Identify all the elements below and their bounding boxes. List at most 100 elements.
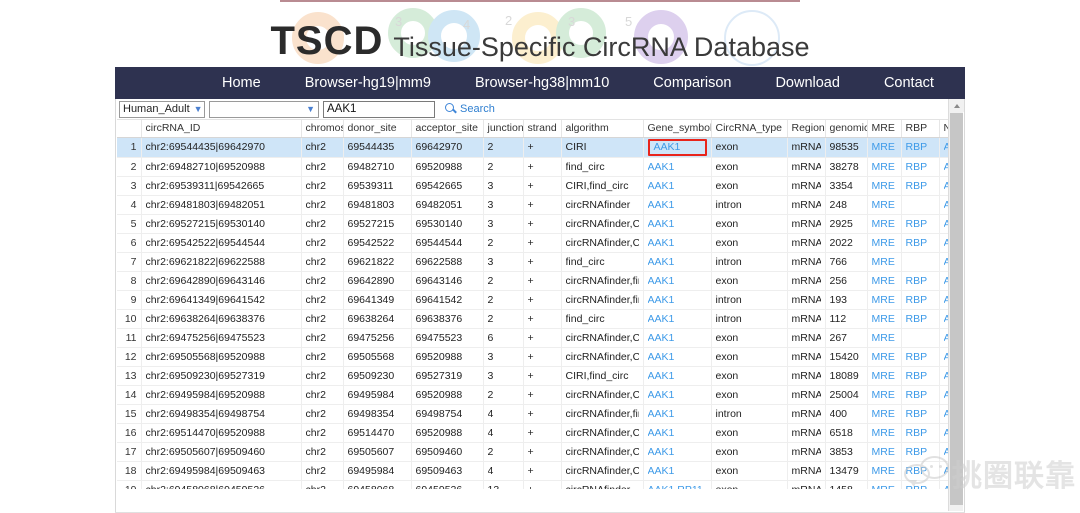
cell-gene-symbol[interactable]: AAK1 bbox=[643, 157, 711, 176]
cell-rbp[interactable]: RBP bbox=[901, 157, 939, 176]
table-row[interactable]: 4chr2:69481803|69482051chr26948180369482… bbox=[117, 195, 963, 214]
cell-rbp[interactable]: RBP bbox=[901, 366, 939, 385]
cell-mre[interactable]: MRE bbox=[867, 423, 901, 442]
cell-rbp[interactable]: RBP bbox=[901, 461, 939, 480]
nav-comparison[interactable]: Comparison bbox=[631, 67, 753, 99]
cell-gene-symbol[interactable]: AAK1 bbox=[643, 423, 711, 442]
scrollbar-thumb[interactable] bbox=[950, 113, 963, 505]
col-region[interactable]: Region bbox=[787, 120, 825, 137]
cell-mre[interactable]: MRE bbox=[867, 271, 901, 290]
cell-gene-symbol[interactable]: AAK1,RP11-427H3 bbox=[643, 480, 711, 489]
table-row[interactable]: 9chr2:69641349|69641542chr26964134969641… bbox=[117, 290, 963, 309]
col-index[interactable] bbox=[117, 120, 141, 137]
cell-mre[interactable]: MRE bbox=[867, 385, 901, 404]
col-circrna-type[interactable]: CircRNA_type bbox=[711, 120, 787, 137]
table-vertical-scrollbar[interactable] bbox=[948, 99, 963, 511]
table-row[interactable]: 11chr2:69475256|69475523chr2694752566947… bbox=[117, 328, 963, 347]
nav-browser-hg38-mm10[interactable]: Browser-hg38|mm10 bbox=[453, 67, 631, 99]
table-row[interactable]: 15chr2:69498354|69498754chr2694983546949… bbox=[117, 404, 963, 423]
table-row[interactable]: 7chr2:69621822|69622588chr26962182269622… bbox=[117, 252, 963, 271]
cell-mre[interactable]: MRE bbox=[867, 366, 901, 385]
cell-gene-symbol[interactable]: AAK1 bbox=[643, 214, 711, 233]
cell-gene-symbol[interactable]: AAK1 bbox=[643, 347, 711, 366]
cell-rbp[interactable]: RBP bbox=[901, 347, 939, 366]
cell-mre[interactable]: MRE bbox=[867, 290, 901, 309]
cell-mre[interactable]: MRE bbox=[867, 233, 901, 252]
nav-download[interactable]: Download bbox=[753, 67, 862, 99]
cell-mre[interactable]: MRE bbox=[867, 404, 901, 423]
cell-gene-symbol[interactable]: AAK1 bbox=[643, 271, 711, 290]
col-rbp[interactable]: RBP bbox=[901, 120, 939, 137]
cell-gene-symbol[interactable]: AAK1 bbox=[643, 404, 711, 423]
species-select[interactable]: Human_Adult ▼ bbox=[119, 101, 205, 118]
col-algorithm[interactable]: algorithm bbox=[561, 120, 643, 137]
cell-rbp[interactable]: RBP bbox=[901, 385, 939, 404]
tissue-select[interactable]: ▼ bbox=[209, 101, 319, 118]
cell-gene-symbol[interactable]: AAK1 bbox=[643, 385, 711, 404]
table-row[interactable]: 10chr2:69638264|69638376chr2696382646963… bbox=[117, 309, 963, 328]
cell-gene-symbol[interactable]: AAK1 bbox=[643, 233, 711, 252]
cell-gene-symbol[interactable]: AAK1 bbox=[643, 195, 711, 214]
cell-mre[interactable]: MRE bbox=[867, 328, 901, 347]
cell-gene-symbol[interactable]: AAK1 bbox=[643, 442, 711, 461]
col-chromos[interactable]: chromos bbox=[301, 120, 343, 137]
table-row[interactable]: 12chr2:69505568|69520988chr2695055686952… bbox=[117, 347, 963, 366]
col-circrna-id[interactable]: circRNA_ID bbox=[141, 120, 301, 137]
scroll-up-button[interactable] bbox=[949, 99, 964, 112]
search-button[interactable]: Search bbox=[445, 103, 495, 115]
col-acceptor-site[interactable]: acceptor_site bbox=[411, 120, 483, 137]
cell-gene-symbol[interactable]: AAK1 bbox=[643, 252, 711, 271]
cell-gene-symbol[interactable]: AAK1 bbox=[643, 176, 711, 195]
table-row[interactable]: 2chr2:69482710|69520988chr26948271069520… bbox=[117, 157, 963, 176]
cell-rbp[interactable]: RBP bbox=[901, 309, 939, 328]
cell-mre[interactable]: MRE bbox=[867, 157, 901, 176]
cell-rbp[interactable]: RBP bbox=[901, 480, 939, 489]
cell-mre[interactable]: MRE bbox=[867, 252, 901, 271]
cell-rbp[interactable]: RBP bbox=[901, 404, 939, 423]
nav-home[interactable]: Home bbox=[200, 67, 283, 99]
cell-mre[interactable]: MRE bbox=[867, 480, 901, 489]
cell-gene-symbol[interactable]: AAK1 bbox=[643, 328, 711, 347]
cell-gene-symbol[interactable]: AAK1 bbox=[643, 461, 711, 480]
cell-rbp[interactable]: RBP bbox=[901, 442, 939, 461]
cell-gene-symbol[interactable]: AAK1 bbox=[643, 290, 711, 309]
cell-mre[interactable]: MRE bbox=[867, 461, 901, 480]
cell-mre[interactable]: MRE bbox=[867, 137, 901, 157]
table-row[interactable]: 14chr2:69495984|69520988chr2694959846952… bbox=[117, 385, 963, 404]
search-input[interactable]: AAK1 bbox=[323, 101, 435, 118]
table-row[interactable]: 3chr2:69539311|69542665chr26953931169542… bbox=[117, 176, 963, 195]
cell-gene-symbol[interactable]: AAK1 bbox=[643, 137, 711, 157]
cell-gene-symbol[interactable]: AAK1 bbox=[643, 309, 711, 328]
col-junction[interactable]: junction bbox=[483, 120, 523, 137]
cell-mre[interactable]: MRE bbox=[867, 214, 901, 233]
col-donor-site[interactable]: donor_site bbox=[343, 120, 411, 137]
nav-contact[interactable]: Contact bbox=[862, 67, 956, 99]
table-row[interactable]: 17chr2:69505607|69509460chr2695056076950… bbox=[117, 442, 963, 461]
cell-rbp[interactable]: RBP bbox=[901, 137, 939, 157]
col-mre[interactable]: MRE bbox=[867, 120, 901, 137]
cell-rbp[interactable]: RBP bbox=[901, 233, 939, 252]
table-row[interactable]: 13chr2:69509230|69527319chr2695092306952… bbox=[117, 366, 963, 385]
cell-rbp[interactable]: RBP bbox=[901, 176, 939, 195]
cell-rbp[interactable]: RBP bbox=[901, 290, 939, 309]
table-row[interactable]: 5chr2:69527215|69530140chr26952721569530… bbox=[117, 214, 963, 233]
table-row[interactable]: 6chr2:69542522|69544544chr26954252269544… bbox=[117, 233, 963, 252]
cell-gene-symbol[interactable]: AAK1 bbox=[643, 366, 711, 385]
col-gene-symbol[interactable]: Gene_symbol bbox=[643, 120, 711, 137]
table-row[interactable]: 16chr2:69514470|69520988chr2695144706952… bbox=[117, 423, 963, 442]
table-row[interactable]: 8chr2:69642890|69643146chr26964289069643… bbox=[117, 271, 963, 290]
cell-mre[interactable]: MRE bbox=[867, 176, 901, 195]
cell-rbp[interactable]: RBP bbox=[901, 423, 939, 442]
table-row[interactable]: 18chr2:69495984|69509463chr2694959846950… bbox=[117, 461, 963, 480]
cell-rbp[interactable]: RBP bbox=[901, 214, 939, 233]
table-row[interactable]: 19chr2:69458068|69459526chr2694580686945… bbox=[117, 480, 963, 489]
cell-mre[interactable]: MRE bbox=[867, 442, 901, 461]
cell-mre[interactable]: MRE bbox=[867, 347, 901, 366]
cell-mre[interactable]: MRE bbox=[867, 195, 901, 214]
nav-browser-hg19-mm9[interactable]: Browser-hg19|mm9 bbox=[283, 67, 453, 99]
col-genomic[interactable]: genomic bbox=[825, 120, 867, 137]
table-row[interactable]: 1chr2:69544435|69642970chr26954443569642… bbox=[117, 137, 963, 157]
col-strand[interactable]: strand bbox=[523, 120, 561, 137]
cell-mre[interactable]: MRE bbox=[867, 309, 901, 328]
cell-rbp[interactable]: RBP bbox=[901, 271, 939, 290]
